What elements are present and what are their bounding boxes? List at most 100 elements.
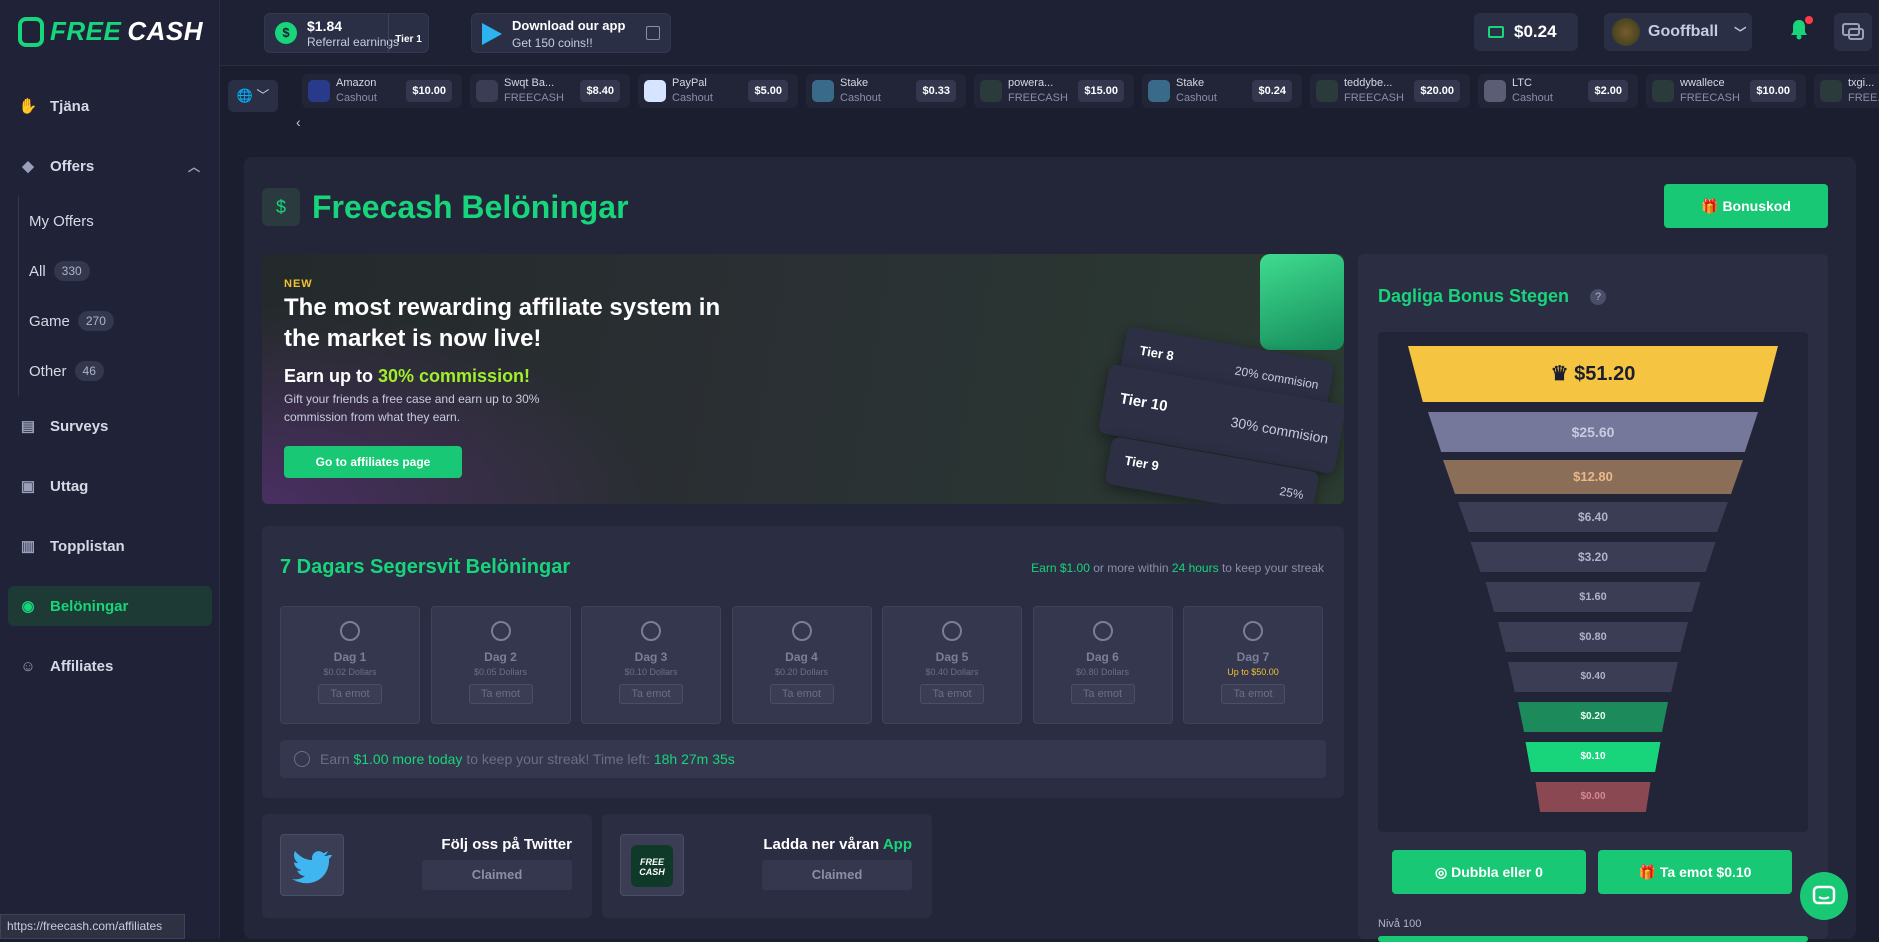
ladder-top-step: ♛ $51.20 xyxy=(1408,346,1778,402)
ticker-item[interactable]: txgi... FREE... xyxy=(1814,74,1879,108)
subnav-other[interactable]: Other 46 xyxy=(29,346,220,396)
app-title-part: Ladda ner våran xyxy=(763,836,883,853)
ticker-source: Cashout xyxy=(1512,92,1553,104)
claim-day-button[interactable]: Ta emot xyxy=(619,684,683,704)
ticker-item[interactable]: Amazon Cashout $10.00 xyxy=(302,74,462,108)
streak-title: 7 Dagars Segersvit Belöningar xyxy=(280,556,571,578)
ticker-item[interactable]: powera... FREECASH $15.00 xyxy=(974,74,1134,108)
help-icon[interactable]: ? xyxy=(1590,289,1606,305)
chevron-left-icon[interactable]: ‹ xyxy=(296,114,301,130)
reward-hand-icon: $ xyxy=(262,188,300,226)
banner-description: Gift your friends a free case and earn u… xyxy=(284,392,540,424)
clock-icon xyxy=(942,621,962,641)
day-reward: $0.80 Dollars xyxy=(1075,667,1130,677)
cashout-method-icon xyxy=(812,80,834,102)
ladder-step: $0.40 xyxy=(1508,662,1678,692)
day-name: Dag 3 xyxy=(634,650,668,664)
claim-day-button[interactable]: Ta emot xyxy=(920,684,984,704)
claim-day-button[interactable]: Ta emot xyxy=(769,684,834,704)
app-claimed-button[interactable]: Claimed xyxy=(762,860,912,890)
subnav-all[interactable]: All 330 xyxy=(29,246,220,296)
clipboard-icon: ▤ xyxy=(20,418,36,435)
download-app-button[interactable]: Download our app Get 150 coins!! xyxy=(471,13,671,53)
count-badge: 46 xyxy=(74,361,104,381)
balance-display[interactable]: $0.24 xyxy=(1474,13,1578,51)
streak-day-card: Dag 2 $0.05 Dollars Ta emot xyxy=(430,606,571,724)
chevron-up-icon[interactable]: ︿ xyxy=(188,158,200,175)
ticker-item[interactable]: Stake Cashout $0.33 xyxy=(806,74,966,108)
go-to-affiliates-button[interactable]: Go to affiliates page xyxy=(284,446,462,478)
ticker-item[interactable]: PayPal Cashout $5.00 xyxy=(638,74,798,108)
ticker-name: Amazon xyxy=(336,77,377,89)
bonus-code-button[interactable]: 🎁 Bonuskod xyxy=(1664,184,1828,228)
ladder-step: $3.20 xyxy=(1470,542,1716,572)
sidebar-item-uttag[interactable]: ▣ Uttag xyxy=(0,456,220,516)
day-name: Dag 7 xyxy=(1236,650,1270,664)
sidebar-item-topplistan[interactable]: ▥ Topplistan xyxy=(0,516,220,576)
ladder-title: Dagliga Bonus Stegen xyxy=(1378,286,1570,306)
claim-day-button[interactable]: Ta emot xyxy=(468,684,533,704)
sidebar-item-offers[interactable]: ◆ Offers ︿ xyxy=(0,136,220,196)
twitter-claimed-button[interactable]: Claimed xyxy=(422,860,572,890)
streak-day-card: Dag 1 $0.02 Dollars Ta emot xyxy=(280,606,420,724)
streak-status-bar: Earn $1.00 more today to keep your strea… xyxy=(280,740,1326,778)
reward-chest-illustration xyxy=(1260,254,1344,350)
subnav-my-offers[interactable]: My Offers xyxy=(29,196,220,246)
ticker-item[interactable]: Swqt Ba... FREECASH $8.40 xyxy=(470,74,630,108)
day-reward: $0.02 Dollars xyxy=(323,667,377,677)
day-name: Dag 2 xyxy=(484,650,517,664)
hand-coin-icon: ✋ xyxy=(18,98,38,115)
sidebar-item-beloningar[interactable]: ◉ Belöningar xyxy=(8,586,212,626)
ticker-name: powera... xyxy=(1008,77,1054,89)
ticker-name: PayPal xyxy=(672,77,707,89)
tier-commission: 30% commision xyxy=(1229,413,1330,447)
sidebar-item-label: Surveys xyxy=(50,417,109,435)
chat-toggle-icon[interactable] xyxy=(1834,13,1872,51)
app-title-highlight: App xyxy=(882,836,912,853)
sidebar-item-tjana[interactable]: ✋ Tjäna xyxy=(0,76,220,136)
cashout-method-icon xyxy=(1820,80,1842,102)
ticker-value: $5.00 xyxy=(748,80,788,102)
globe-icon[interactable]: 🌐 ﹀ xyxy=(228,80,278,112)
app-subtitle: Get 150 coins!! xyxy=(512,36,593,50)
day-reward: Up to $50.00 xyxy=(1227,667,1279,677)
subnav-label: Other xyxy=(29,362,67,380)
ladder-step: $0.20 xyxy=(1518,702,1668,732)
step-value: $12.80 xyxy=(1573,469,1613,484)
app-logo-text: FREE CASH xyxy=(631,845,673,887)
sidebar-item-affiliates[interactable]: ☺ Affiliates xyxy=(0,636,220,696)
sidebar-item-surveys[interactable]: ▤ Surveys xyxy=(0,396,220,456)
day-reward: $0.40 Dollars xyxy=(925,667,979,677)
freecash-logo[interactable]: FREE CASH xyxy=(18,16,203,47)
ticker-item[interactable]: Stake Cashout $0.24 xyxy=(1142,74,1302,108)
notification-bell-icon[interactable] xyxy=(1789,16,1813,40)
day-name: Dag 1 xyxy=(333,650,367,664)
ticker-source: FREECASH xyxy=(1680,92,1740,104)
ticker-source: FREE... xyxy=(1848,92,1879,104)
user-menu[interactable]: Gooffball ﹀ xyxy=(1604,13,1752,51)
sidebar: FREE CASH ✋ Tjäna ◆ Offers ︿ My Offers Al… xyxy=(0,0,220,939)
claim-day-button[interactable]: Ta emot xyxy=(318,684,382,704)
gift-icon: 🎁 xyxy=(1638,864,1660,880)
ladder-step: $12.80 xyxy=(1443,460,1743,494)
claim-label: Ta emot $0.10 xyxy=(1659,864,1752,880)
support-chat-button[interactable] xyxy=(1800,872,1848,920)
clock-icon xyxy=(641,621,661,641)
streak-rewards-panel: 7 Dagars Segersvit Belöningar Earn $1.00… xyxy=(262,526,1344,798)
step-value: $0.20 xyxy=(1580,711,1606,722)
claim-day-button[interactable]: Ta emot xyxy=(1221,684,1285,704)
claim-ladder-button[interactable]: 🎁 Ta emot $0.10 xyxy=(1598,850,1792,894)
bar-part: Earn xyxy=(320,751,354,767)
double-or-zero-button[interactable]: ◎ Dubbla eller 0 xyxy=(1392,850,1586,894)
ticker-item[interactable]: teddybe... FREECASH $20.00 xyxy=(1310,74,1470,108)
claim-day-button[interactable]: Ta emot xyxy=(1070,684,1135,704)
ticker-item[interactable]: wwallece FREECASH $10.00 xyxy=(1646,74,1806,108)
live-cashout-ticker: 🌐 ﹀ Amazon Cashout $10.00 Swqt Ba... FRE… xyxy=(220,66,1879,126)
subnav-game[interactable]: Game 270 xyxy=(29,296,220,346)
logo-icon xyxy=(18,16,44,47)
referral-earnings-box[interactable]: $ $1.84 Referral earnings Tier 1 xyxy=(264,13,429,53)
sidebar-item-label: Offers xyxy=(50,157,95,175)
streak-day-card: Dag 7 Up to $50.00 Ta emot xyxy=(1183,606,1323,724)
ticker-item[interactable]: LTC Cashout $2.00 xyxy=(1478,74,1638,108)
clock-icon xyxy=(490,621,511,641)
